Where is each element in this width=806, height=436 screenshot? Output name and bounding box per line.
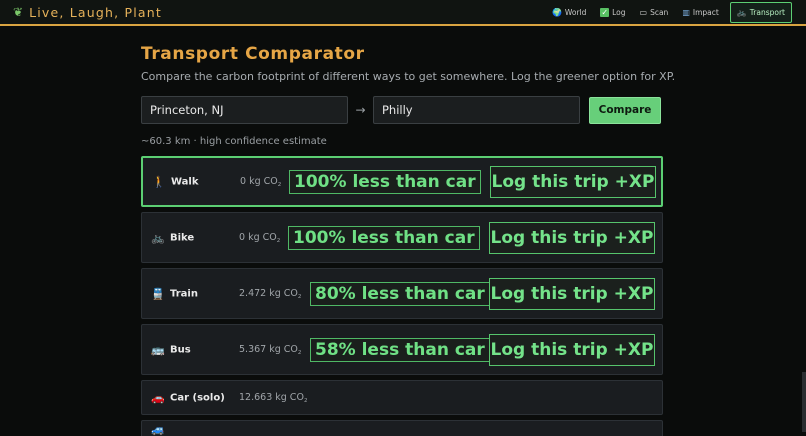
page-subtitle: Compare the carbon footprint of differen… bbox=[141, 70, 676, 83]
co2-value: 2.472 kg CO2 bbox=[239, 287, 302, 300]
bike-icon: 🚲 bbox=[736, 7, 747, 17]
origin-input[interactable]: Princeton, NJ bbox=[141, 96, 348, 124]
co2-value: 0 kg CO2 bbox=[239, 231, 281, 244]
arrow-right-icon: → bbox=[355, 103, 366, 117]
nav-transport[interactable]: 🚲 Transport bbox=[729, 1, 792, 23]
result-row-bus: 🚌 Bus 5.367 kg CO2 58% less than car Log… bbox=[141, 324, 663, 375]
log-trip-button[interactable]: Log this trip +XP bbox=[489, 277, 655, 310]
mode-name: Train bbox=[170, 288, 198, 299]
nav-world-label: World bbox=[564, 7, 587, 17]
brand-title: Live, Laugh, Plant bbox=[29, 4, 162, 20]
results-list: 🚶 Walk 0 kg CO2 100% less than car Log t… bbox=[141, 156, 663, 436]
log-trip-button[interactable]: Log this trip +XP bbox=[490, 165, 656, 198]
scanner-icon: ▭ bbox=[639, 7, 648, 17]
nav-log[interactable]: ✓ Log bbox=[597, 6, 628, 19]
nav-scan-label: Scan bbox=[650, 7, 669, 17]
result-row-partial: 🚙 bbox=[141, 420, 663, 436]
savings-badge: 58% less than car bbox=[310, 337, 490, 362]
nav-impact-label: Impact bbox=[692, 7, 719, 17]
mode-name: Bike bbox=[170, 232, 195, 243]
result-row-car: 🚗 Car (solo) 12.663 kg CO2 bbox=[141, 380, 663, 415]
car-icon: 🚗 bbox=[151, 391, 165, 404]
route-form: Princeton, NJ → Philly Compare bbox=[141, 96, 661, 124]
top-bar: ❦ Live, Laugh, Plant 🌍 World ✓ Log ▭ Sca… bbox=[0, 0, 806, 26]
result-row-train: 🚆 Train 2.472 kg CO2 80% less than car L… bbox=[141, 268, 663, 319]
bus-icon: 🚌 bbox=[151, 343, 165, 356]
result-row-bike: 🚲 Bike 0 kg CO2 100% less than car Log t… bbox=[141, 212, 663, 263]
log-trip-button[interactable]: Log this trip +XP bbox=[489, 333, 655, 366]
mode-name: Car (solo) bbox=[170, 392, 225, 403]
main-nav: 🌍 World ✓ Log ▭ Scan ▥ Impact 🚲 Transpor… bbox=[549, 1, 792, 23]
page-title: Transport Comparator bbox=[141, 44, 365, 64]
scrollbar[interactable] bbox=[802, 372, 806, 432]
nav-log-label: Log bbox=[612, 7, 626, 17]
distance-estimate: ~60.3 km · high confidence estimate bbox=[141, 136, 327, 147]
bike-icon: 🚲 bbox=[151, 231, 165, 244]
nav-world[interactable]: 🌍 World bbox=[549, 6, 589, 19]
destination-input[interactable]: Philly bbox=[373, 96, 580, 124]
co2-value: 0 kg CO2 bbox=[240, 175, 282, 188]
vehicle-icon: 🚙 bbox=[151, 423, 165, 436]
log-trip-button[interactable]: Log this trip +XP bbox=[489, 221, 655, 254]
savings-badge: 80% less than car bbox=[310, 281, 490, 306]
seedling-icon: ❦ bbox=[13, 5, 24, 19]
nav-transport-label: Transport bbox=[749, 7, 785, 17]
mode-name: Walk bbox=[171, 176, 199, 187]
globe-icon: 🌍 bbox=[551, 7, 562, 17]
nav-impact[interactable]: ▥ Impact bbox=[679, 6, 722, 19]
walk-icon: 🚶 bbox=[152, 175, 166, 188]
brand[interactable]: ❦ Live, Laugh, Plant bbox=[13, 5, 162, 20]
train-icon: 🚆 bbox=[151, 287, 165, 300]
savings-badge: 100% less than car bbox=[288, 225, 480, 250]
savings-badge: 100% less than car bbox=[289, 169, 481, 194]
result-row-walk: 🚶 Walk 0 kg CO2 100% less than car Log t… bbox=[141, 156, 663, 207]
chart-icon: ▥ bbox=[682, 7, 690, 17]
co2-value: 5.367 kg CO2 bbox=[239, 343, 302, 356]
check-icon: ✓ bbox=[600, 7, 610, 17]
mode-name: Bus bbox=[170, 344, 191, 355]
compare-button[interactable]: Compare bbox=[589, 96, 661, 124]
nav-scan[interactable]: ▭ Scan bbox=[637, 6, 672, 19]
page-header: Transport Comparator Compare the carbon … bbox=[141, 44, 676, 83]
co2-value: 12.663 kg CO2 bbox=[239, 391, 308, 404]
